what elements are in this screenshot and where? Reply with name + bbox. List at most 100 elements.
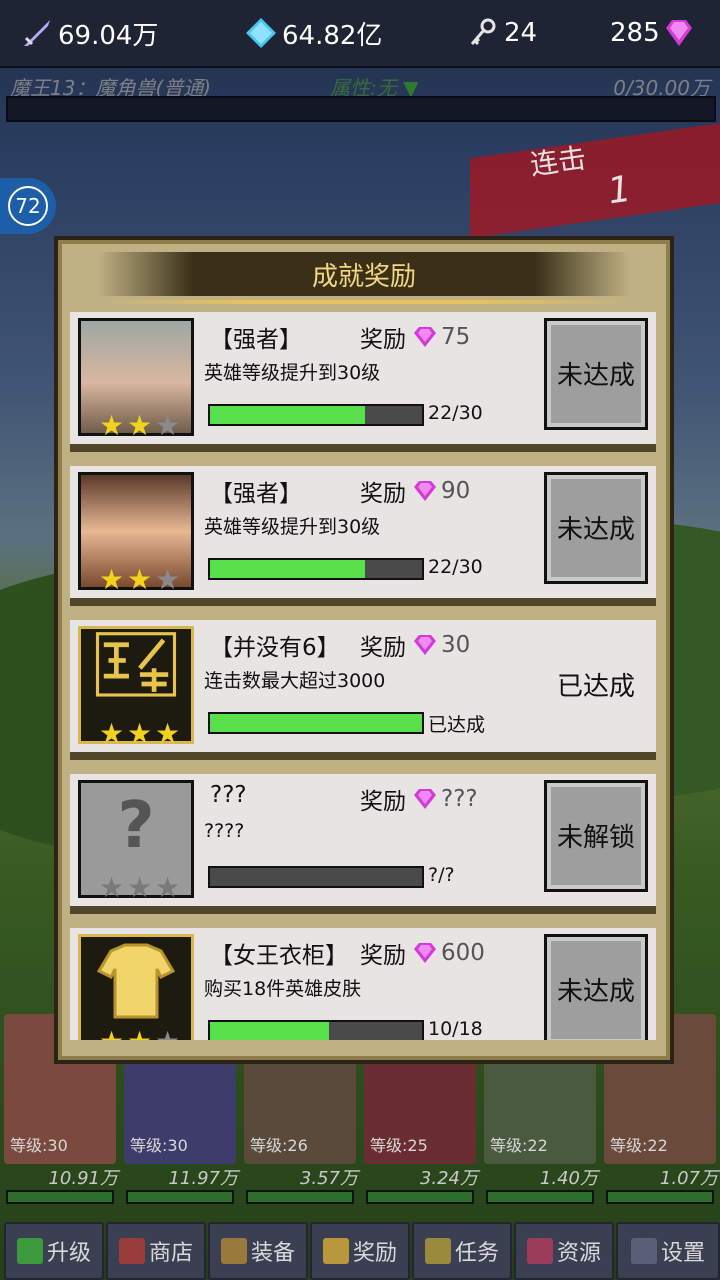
progress-bar <box>208 404 424 426</box>
progress-bar <box>208 712 424 734</box>
star-empty-icon: ★ <box>155 409 181 442</box>
nav-shop[interactable]: 商店 <box>106 1222 206 1280</box>
locked-button[interactable]: 未解锁 <box>544 780 648 892</box>
reward-value: 90 <box>441 478 471 504</box>
sword-icon <box>24 20 50 46</box>
question-mark-icon: ? <box>117 789 155 863</box>
achievement-reward: 奖励 90 <box>360 474 470 508</box>
question-icon: ? ★ ★ ★ <box>78 780 194 904</box>
nav-tasks[interactable]: 任务 <box>412 1222 512 1280</box>
nav-label: 奖励 <box>352 1241 397 1266</box>
hero-level: 等级:22 <box>490 1136 548 1155</box>
achievement-title: 【并没有6】 <box>210 635 340 661</box>
claim-button[interactable]: 未达成 <box>544 472 648 584</box>
hero-level: 等级:22 <box>610 1136 668 1155</box>
boss-health-bar: 魔王13：魔角兽(普通) 属性:无 ▼ 0/30.00万 <box>0 68 720 124</box>
achievement-card: ★ ★ ★ 【强者】 奖励 90 英雄等级提升到30级 22/30 未达成 <box>70 466 656 606</box>
reward-label: 奖励 <box>360 943 406 969</box>
nav-label: 升级 <box>46 1241 91 1266</box>
star-empty-icon: ★ <box>99 871 125 904</box>
key-icon <box>470 18 496 46</box>
achievement-title: 【强者】 <box>210 327 302 353</box>
claim-button[interactable]: 未达成 <box>544 934 648 1040</box>
star-filled-icon: ★ <box>99 1028 125 1041</box>
gem-icon <box>414 481 436 501</box>
achievement-card: ★ ★ ★ 【女王衣柜】 奖励 600 购买18件英雄皮肤 10/18 未达成 <box>70 928 656 1040</box>
achievement-description: 购买18件英雄皮肤 <box>204 978 362 1000</box>
nav-equipment[interactable]: 装备 <box>208 1222 308 1280</box>
bottom-nav: 升级 商店 装备 奖励 任务 资源 设置 <box>0 1216 720 1280</box>
resource-bar: 69.04万 64.82亿 24 285 <box>0 0 720 68</box>
star-empty-icon: ★ <box>155 563 181 596</box>
sword-icon <box>220 1238 247 1264</box>
star-filled-icon: ★ <box>99 563 125 596</box>
nav-label: 商店 <box>148 1241 193 1266</box>
star-filled-icon: ★ <box>99 409 125 442</box>
progress-text: 10/18 <box>428 1018 483 1040</box>
combo-glyph-icon <box>95 632 177 697</box>
achievement-modal: 成就奖励 ★ ★ ★ 【强者】 奖励 75 英雄等级提升到30级 22/30 未… <box>54 236 674 1064</box>
star-rating: ★ ★ ★ <box>99 409 181 442</box>
level-value: 72 <box>8 186 48 226</box>
nav-settings[interactable]: 设置 <box>616 1222 720 1280</box>
reward-value: ??? <box>441 786 478 812</box>
hero-power-row: 10.91万 11.97万 3.57万 3.24万 1.40万 1.07万 <box>0 1164 720 1208</box>
diamond-icon <box>246 18 276 48</box>
reward-value: 600 <box>441 940 485 966</box>
nav-rewards[interactable]: 奖励 <box>310 1222 410 1280</box>
progress-bar <box>208 558 424 580</box>
hero-portrait-icon: ★ ★ ★ <box>78 318 194 442</box>
hero-power: 3.57万 <box>299 1168 358 1189</box>
reward-label: 奖励 <box>360 635 406 661</box>
gem-icon <box>414 327 436 347</box>
achievement-reward: 奖励 ??? <box>360 782 478 816</box>
shirt-icon <box>96 943 176 1019</box>
gem-value: 285 <box>610 18 660 48</box>
hero-power: 1.40万 <box>539 1168 598 1189</box>
progress-text: 22/30 <box>428 556 483 578</box>
achievement-description: 英雄等级提升到30级 <box>204 516 381 538</box>
gem-icon <box>665 20 692 46</box>
shop-icon <box>118 1238 145 1264</box>
house-icon <box>526 1238 553 1264</box>
reward-label: 奖励 <box>360 327 406 353</box>
hero-power: 10.91万 <box>48 1168 118 1189</box>
achievement-reward: 奖励 75 <box>360 320 470 354</box>
achievement-reward: 奖励 600 <box>360 936 485 970</box>
combo-icon: ★ ★ ★ <box>78 626 194 748</box>
torch-icon <box>424 1238 451 1264</box>
nav-upgrade[interactable]: 升级 <box>4 1222 104 1280</box>
star-rating: ★ ★ ★ <box>99 720 181 748</box>
diamond-value: 64.82亿 <box>282 20 383 51</box>
achievement-card: ★ ★ ★ 【强者】 奖励 75 英雄等级提升到30级 22/30 未达成 <box>70 312 656 452</box>
star-empty-icon: ★ <box>155 871 181 904</box>
star-empty-icon: ★ <box>155 1028 181 1041</box>
level-badge[interactable]: 72 <box>0 178 56 234</box>
reward-label: 奖励 <box>360 789 406 815</box>
nav-label: 装备 <box>250 1241 295 1266</box>
nav-label: 设置 <box>660 1241 705 1266</box>
progress-bar <box>208 866 424 888</box>
key-value: 24 <box>504 18 538 48</box>
hero-power: 3.24万 <box>419 1168 478 1189</box>
achievement-title: 【强者】 <box>210 481 302 507</box>
achievement-reward: 奖励 30 <box>360 628 470 662</box>
star-filled-icon: ★ <box>127 563 153 596</box>
gem-icon <box>414 789 436 809</box>
hero-portrait-icon: ★ ★ ★ <box>78 472 194 596</box>
hero-level: 等级:25 <box>370 1136 428 1155</box>
hero-level: 等级:30 <box>10 1136 68 1155</box>
nav-resources[interactable]: 资源 <box>514 1222 614 1280</box>
star-filled-icon: ★ <box>127 409 153 442</box>
achievement-list[interactable]: ★ ★ ★ 【强者】 奖励 75 英雄等级提升到30级 22/30 未达成 ★ … <box>66 312 658 1040</box>
sword-value: 69.04万 <box>58 20 159 51</box>
combo-label: 连击 <box>528 141 589 182</box>
claim-button[interactable]: 未达成 <box>544 318 648 430</box>
star-rating: ★ ★ ★ <box>99 1028 181 1041</box>
achievement-description: 连击数最大超过3000 <box>204 670 386 692</box>
gem-resource: 285 <box>610 14 700 52</box>
reward-value: 75 <box>441 324 471 350</box>
trophy-icon <box>322 1238 349 1264</box>
completed-label: 已达成 <box>556 672 635 702</box>
star-rating: ★ ★ ★ <box>99 871 181 904</box>
